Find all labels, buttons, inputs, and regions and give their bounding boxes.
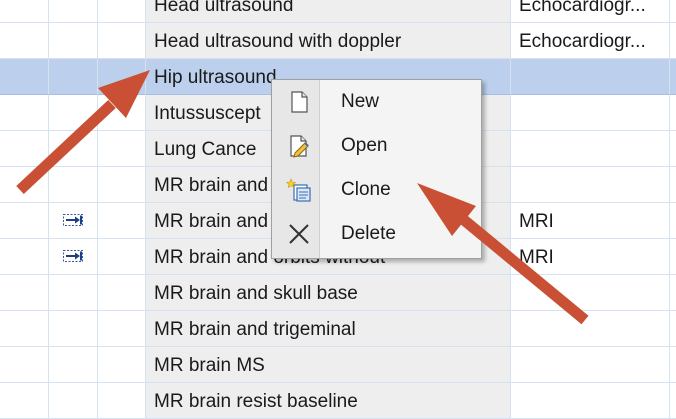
procedure-name-cell: Head ultrasound	[154, 0, 294, 16]
menu-item-open[interactable]: Open	[272, 124, 481, 168]
menu-item-label: New	[341, 91, 380, 112]
procedure-name-cell: MR brain and	[154, 211, 269, 232]
open-edit-icon	[286, 133, 312, 159]
linked-arrow-icon	[60, 248, 86, 269]
delete-x-icon	[286, 221, 312, 247]
procedure-name-cell: Head ultrasound with doppler	[154, 31, 402, 52]
modality-cell: MRI	[519, 247, 554, 268]
procedure-name-cell: MR brain MS	[154, 355, 265, 376]
menu-item-label: Clone	[341, 179, 391, 200]
procedure-name-cell: MR brain and	[154, 175, 269, 196]
modality-cell: MRI	[519, 211, 554, 232]
modality-cell: Echocardiogr...	[519, 0, 646, 16]
linked-arrow-icon	[60, 212, 86, 233]
new-document-icon	[286, 89, 312, 115]
procedure-name-cell: MR brain and trigeminal	[154, 319, 356, 340]
context-menu: New Open Clone Delete	[271, 79, 482, 259]
procedure-name-cell: Intussuscept	[154, 103, 261, 124]
menu-item-delete[interactable]: Delete	[272, 212, 481, 256]
table-row[interactable]: MR brain and skull base	[0, 275, 676, 311]
table-row[interactable]: Head ultrasound Echocardiogr...	[0, 0, 676, 23]
table-row[interactable]: Head ultrasound with doppler Echocardiog…	[0, 23, 676, 59]
clone-icon	[285, 177, 312, 203]
menu-item-label: Open	[341, 135, 388, 156]
modality-cell: Echocardiogr...	[519, 31, 646, 52]
procedure-name-cell: Lung Cance	[154, 139, 257, 160]
table-row[interactable]: MR brain MS	[0, 347, 676, 383]
procedure-name-cell: MR brain resist baseline	[154, 391, 358, 412]
menu-item-clone[interactable]: Clone	[272, 168, 481, 212]
procedure-name-cell: MR brain and skull base	[154, 283, 358, 304]
table-row[interactable]: MR brain resist baseline	[0, 383, 676, 419]
menu-item-new[interactable]: New	[272, 80, 481, 124]
table-row[interactable]: MR brain and trigeminal	[0, 311, 676, 347]
menu-item-label: Delete	[341, 223, 396, 244]
procedure-name-cell: Hip ultrasound	[154, 67, 277, 88]
